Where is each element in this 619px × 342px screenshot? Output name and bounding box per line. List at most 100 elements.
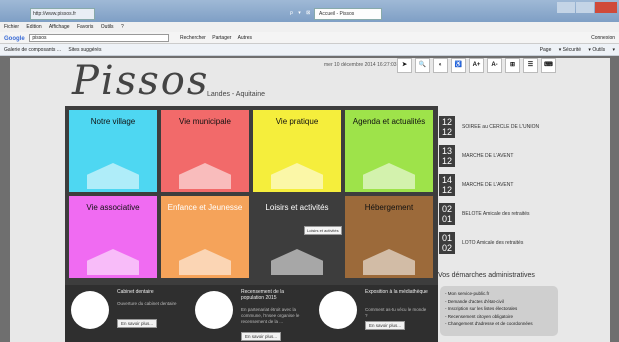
tile-notre-village[interactable]: Notre village <box>69 110 157 192</box>
tab-active[interactable]: Accueil - Pissos <box>314 8 382 20</box>
agenda-date: 12 12 <box>439 116 455 138</box>
site-region: Landes - Aquitaine <box>207 91 265 98</box>
news-text: Ouverture du cabinet dentaire <box>117 301 177 306</box>
connexion-link[interactable]: Connexion <box>591 35 615 41</box>
news-more-button[interactable]: En savoir plus... <box>117 319 158 328</box>
current-date: mer 10 décembre 2014 16:27:03 <box>324 62 397 68</box>
share-button[interactable]: Partager <box>212 35 231 41</box>
dentist-logo-icon <box>71 291 109 329</box>
menu-edit[interactable]: Edition <box>26 24 41 30</box>
cursor-icon[interactable]: ➤ <box>397 58 412 73</box>
demarche-link[interactable]: - Inscription sur les listes électorales <box>445 305 553 313</box>
menu-bar: Fichier Edition Affichage Favoris Outils… <box>0 22 619 32</box>
tile-label: Vie associative <box>86 203 140 212</box>
agenda-label[interactable]: MARCHE DE L'AVENT <box>462 182 513 188</box>
agenda-date: 14 12 <box>439 174 455 196</box>
sitemap-icon[interactable]: ⊞ <box>505 58 520 73</box>
tile-label: Vie pratique <box>275 117 319 126</box>
tooltip: Loisirs et activités <box>304 226 342 235</box>
menu-view[interactable]: Affichage <box>49 24 70 30</box>
agenda-label[interactable]: BELOTE Amicale des retraités <box>462 211 530 217</box>
house-icon <box>87 163 139 189</box>
tile-vie-associative[interactable]: Vie associative <box>69 196 157 278</box>
demarches-box: - Mon service-public.fr - Demande d'acte… <box>440 286 558 336</box>
menu-help[interactable]: ? <box>121 24 124 30</box>
site-logo[interactable]: Pissos <box>72 58 209 104</box>
tools-menu[interactable]: Outils <box>592 47 605 53</box>
demarches-title: Vos démarches administratives <box>438 272 535 279</box>
browser-titlebar: http://www.pissos.fr ρ ▾ ⊠ C ✕ Accueil -… <box>0 0 619 22</box>
agenda-item[interactable]: 14 12 MARCHE DE L'AVENT <box>436 174 610 202</box>
google-toolbar: Google pissos Rechercher Partager Autres… <box>0 32 619 44</box>
tile-label: Hébergement <box>364 203 414 212</box>
recensement-logo-icon <box>195 291 233 329</box>
keyboard-icon[interactable]: ⌨ <box>541 58 556 73</box>
rss-icon[interactable]: ☰ <box>523 58 538 73</box>
accessibility-bar: ➤ 🔍 ◐ ♿ A+ A- ⊞ ☰ ⌨ <box>397 58 556 76</box>
agenda-date: 02 01 <box>439 203 455 225</box>
children-icon <box>179 249 231 275</box>
demarche-link[interactable]: - Recensement citoyen obligatoire <box>445 313 553 321</box>
agenda-label[interactable]: SOIREE au CERCLE DE L'UNION <box>462 124 539 130</box>
agenda-date: 13 12 <box>439 145 455 167</box>
demarche-link[interactable]: - Mon service-public.fr <box>445 290 553 298</box>
more-button[interactable]: Autres <box>238 35 252 41</box>
news-item: Recensement de la population 2015 En par… <box>189 285 309 341</box>
tile-label: Notre village <box>90 117 136 126</box>
font-decrease-button[interactable]: A- <box>487 58 502 73</box>
agenda-item[interactable]: 02 01 BELOTE Amicale des retraités <box>436 203 610 231</box>
tile-loisirs-activites[interactable]: Loisirs et activités <box>253 196 341 278</box>
news-item: Exposition à la médiathèque Comment as-t… <box>313 285 433 339</box>
news-text: Comment as-tu vécu le monde ? <box>365 307 427 318</box>
lodging-icon <box>363 249 415 275</box>
tile-vie-municipale[interactable]: Vie municipale <box>161 110 249 192</box>
news-more-button[interactable]: En savoir plus... <box>241 332 282 341</box>
agenda-item[interactable]: 12 12 SOIREE au CERCLE DE L'UNION <box>436 116 610 144</box>
page-menu[interactable]: Page <box>540 47 552 53</box>
agenda-label[interactable]: MARCHE DE L'AVENT <box>462 153 513 159</box>
dragonfly-icon <box>271 163 323 189</box>
leisure-icon <box>271 249 323 275</box>
tile-vie-pratique[interactable]: Vie pratique <box>253 110 341 192</box>
news-title: Cabinet dentaire <box>117 289 154 295</box>
tree-icon <box>363 163 415 189</box>
menu-file[interactable]: Fichier <box>4 24 19 30</box>
news-text: En partenariat étroit avec la commune, l… <box>241 307 300 324</box>
demarche-link[interactable]: - Changement d'adresse et de coordonnées <box>445 320 553 328</box>
font-increase-button[interactable]: A+ <box>469 58 484 73</box>
contrast-icon[interactable]: ◐ <box>433 58 448 73</box>
security-menu[interactable]: Sécurité <box>563 47 581 53</box>
tile-enfance-jeunesse[interactable]: Enfance et Jeunesse <box>161 196 249 278</box>
accessibility-icon[interactable]: ♿ <box>451 58 466 73</box>
news-title: Exposition à la médiathèque <box>365 289 428 295</box>
toolbar-tools: Rechercher Partager Autres <box>180 35 257 41</box>
favorites-bar: Galerie de composants ... Sites suggérés… <box>0 44 619 56</box>
news-item: Cabinet dentaire Ouverture du cabinet de… <box>65 285 185 339</box>
agenda-item[interactable]: 13 12 MARCHE DE L'AVENT <box>436 145 610 173</box>
tile-label: Loisirs et activités <box>265 203 329 212</box>
favorite-suggested[interactable]: Sites suggérés <box>68 47 101 53</box>
search-button[interactable]: Rechercher <box>180 35 206 41</box>
agenda-date: 01 02 <box>439 232 455 254</box>
news-strip: Cabinet dentaire Ouverture du cabinet de… <box>65 285 438 342</box>
web-page: Pissos Landes - Aquitaine mer 10 décembr… <box>10 58 610 342</box>
news-more-button[interactable]: En savoir plus... <box>365 321 406 330</box>
tile-label: Vie municipale <box>179 117 231 126</box>
command-bar: Page ▾ Sécurité ▾ Outils ▾ <box>539 47 615 53</box>
zoom-icon[interactable]: 🔍 <box>415 58 430 73</box>
favorite-gallery[interactable]: Galerie de composants ... <box>4 47 61 53</box>
search-input[interactable]: pissos <box>29 34 170 42</box>
townhall-icon <box>179 163 231 189</box>
menu-tools[interactable]: Outils <box>101 24 114 30</box>
tab-home[interactable]: http://www.pissos.fr <box>30 8 95 20</box>
butterfly-icon <box>87 249 139 275</box>
tile-label: Agenda et actualités <box>352 117 426 126</box>
tile-hebergement[interactable]: Hébergement <box>345 196 433 278</box>
demarche-link[interactable]: - Demande d'actes d'état-civil <box>445 298 553 306</box>
tile-agenda-actualites[interactable]: Agenda et actualités <box>345 110 433 192</box>
window-controls-icon[interactable] <box>557 2 617 14</box>
agenda-item[interactable]: 01 02 LOTO Amicale des retraités <box>436 232 610 260</box>
news-title: Recensement de la population 2015 <box>241 289 285 301</box>
agenda-label[interactable]: LOTO Amicale des retraités <box>462 240 523 246</box>
menu-favorites[interactable]: Favoris <box>77 24 93 30</box>
